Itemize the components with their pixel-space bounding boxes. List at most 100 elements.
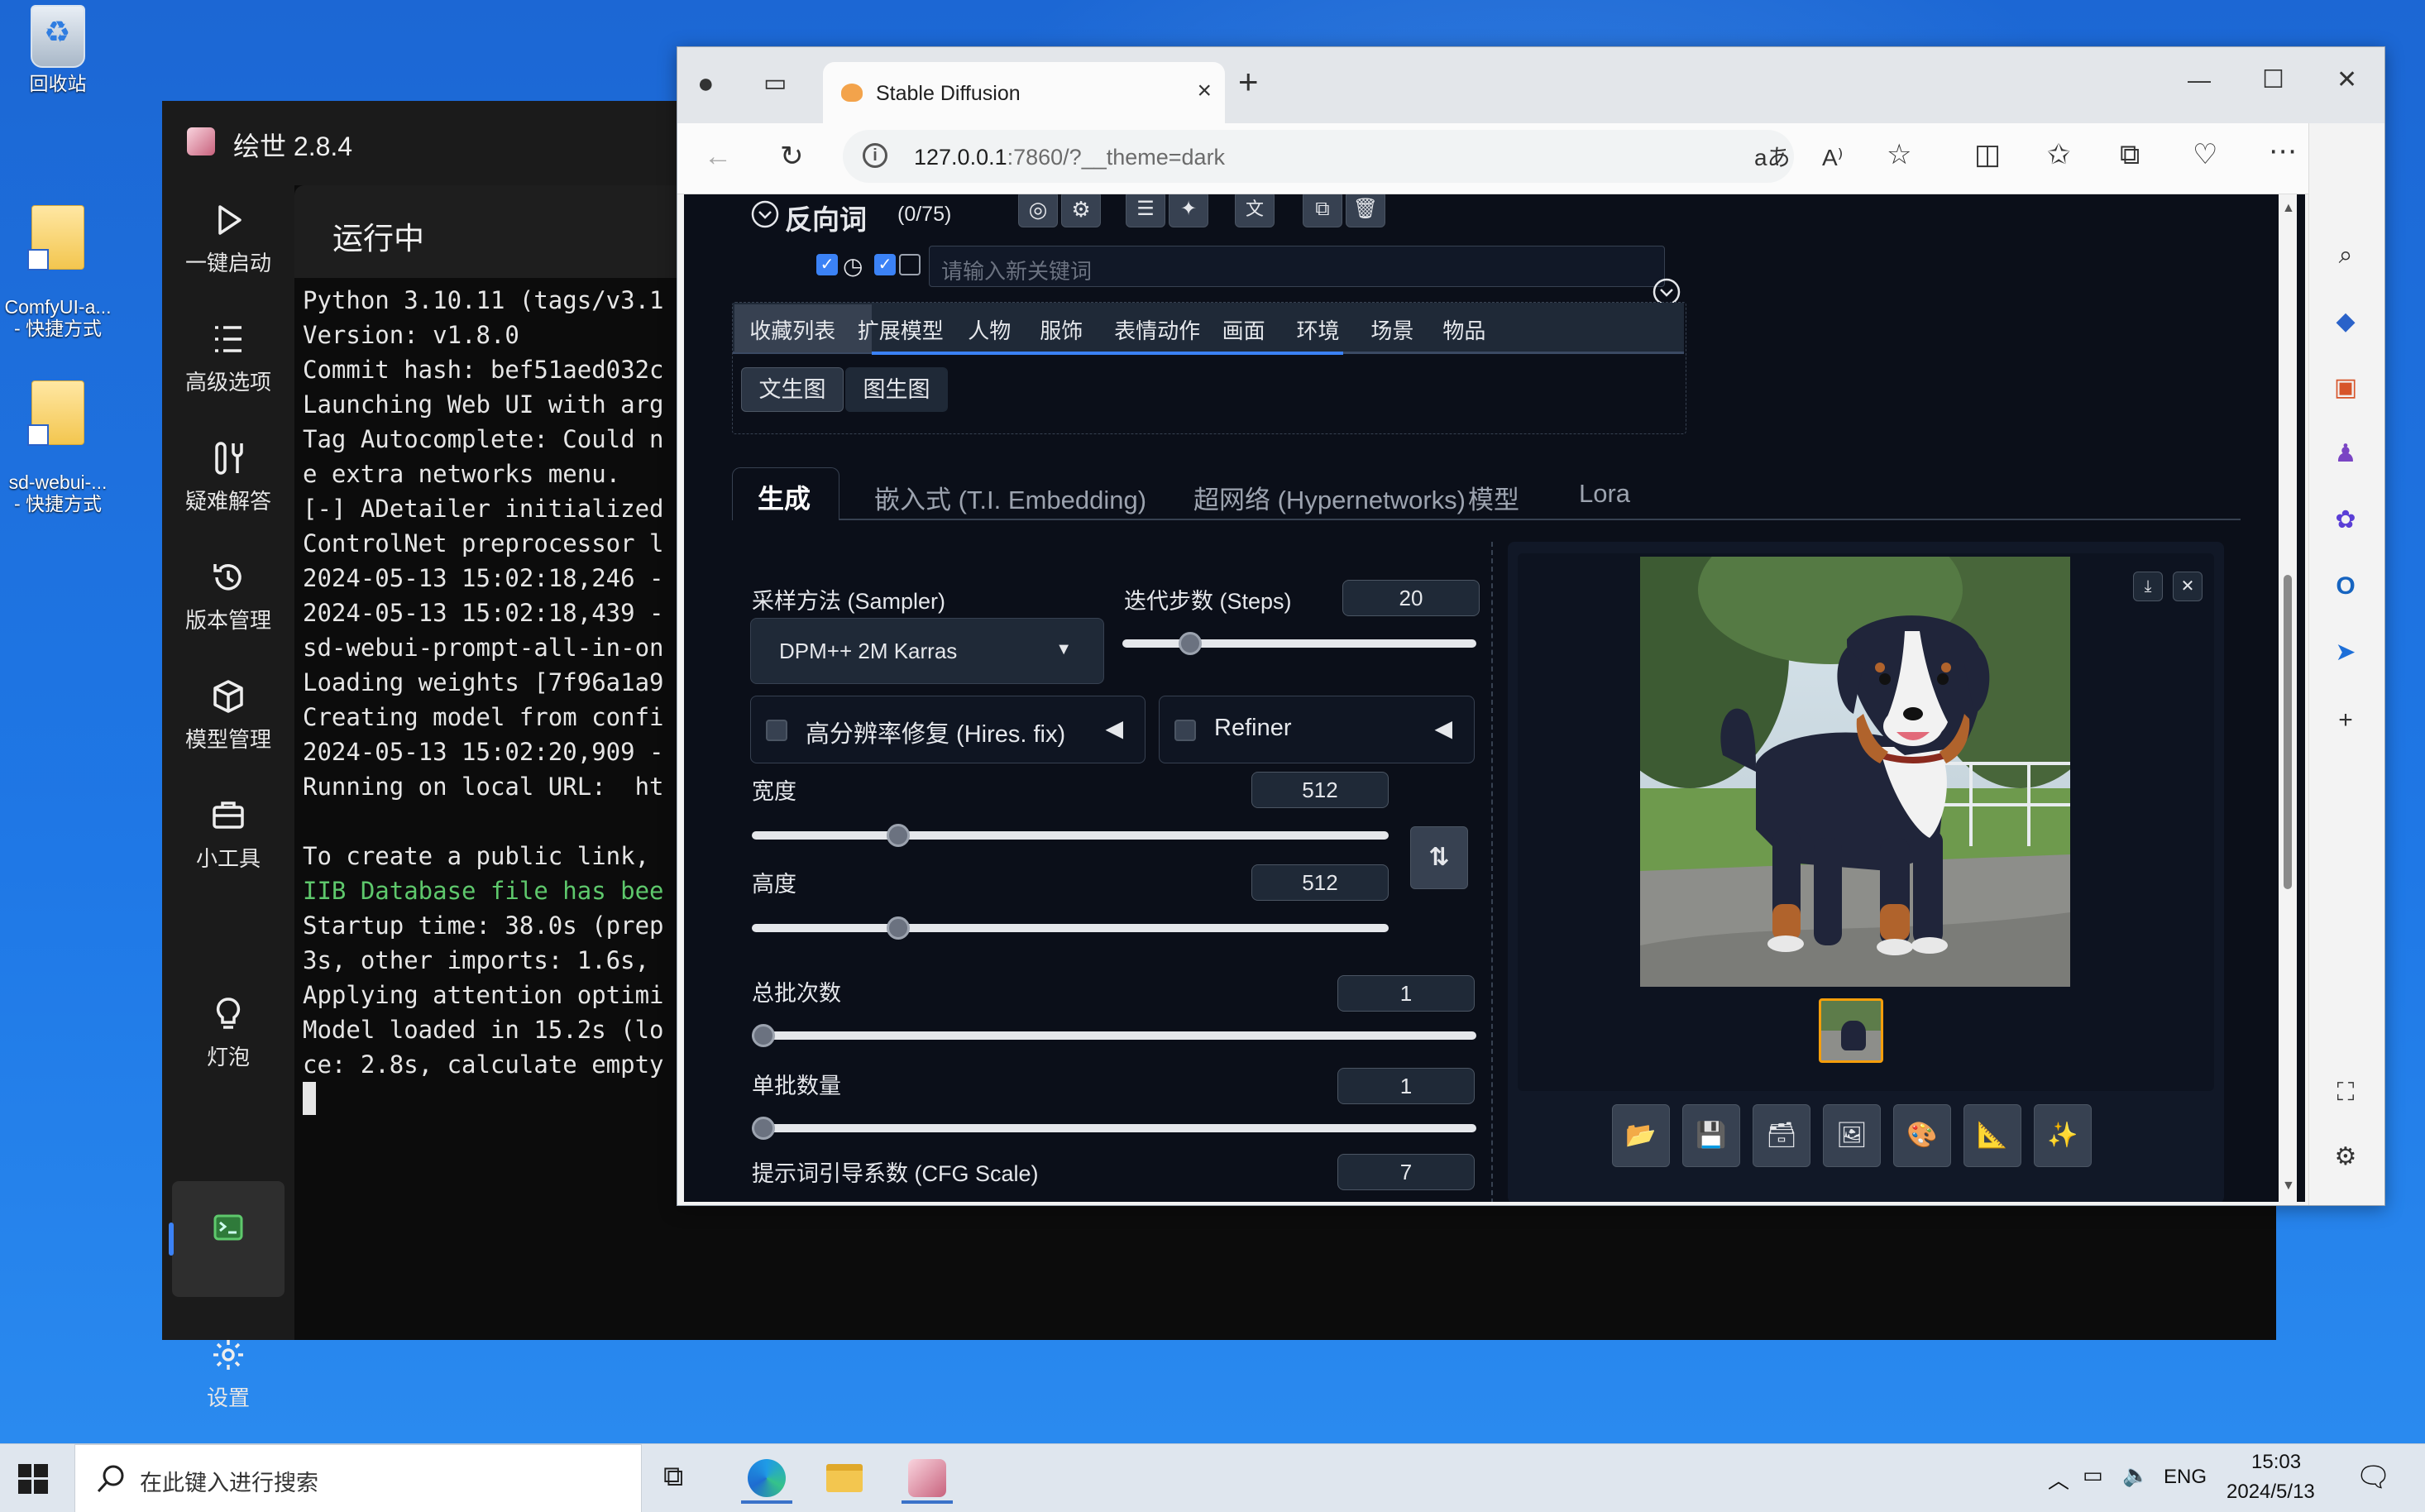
- image-send-icon[interactable]: 🖼: [1823, 1104, 1881, 1167]
- steps-input[interactable]: 20: [1342, 580, 1480, 616]
- sampler-dropdown[interactable]: DPM++ 2M Karras ▼: [750, 618, 1104, 684]
- maximize-icon[interactable]: ☐: [2262, 64, 2284, 97]
- network-icon[interactable]: ▭: [2083, 1462, 2103, 1488]
- huishi-taskbar-icon[interactable]: [902, 1454, 953, 1504]
- back-icon[interactable]: ←: [704, 140, 732, 173]
- add-icon[interactable]: +: [2329, 704, 2362, 737]
- copy-button[interactable]: ⧉: [1303, 194, 1342, 227]
- nav-troubleshooting[interactable]: 疑难解答: [162, 423, 294, 523]
- screenshot-icon[interactable]: ⛶: [2329, 1076, 2362, 1109]
- category-tab[interactable]: 场景: [1370, 314, 1413, 345]
- refiner-accordion[interactable]: Refiner ◀: [1159, 696, 1475, 763]
- nav-model-management[interactable]: 模型管理: [162, 662, 294, 761]
- slider-knob[interactable]: [752, 1024, 775, 1047]
- translate-prompt-button[interactable]: 文: [1235, 194, 1275, 227]
- tab-lora[interactable]: Lora: [1579, 479, 1630, 509]
- subtab-txt2img[interactable]: 文生图: [741, 367, 844, 412]
- desktop-icon-comfyui[interactable]: ComfyUI-a... - 快捷方式: [0, 184, 116, 339]
- tab-stable-diffusion[interactable]: Stable Diffusion ×: [823, 62, 1225, 123]
- category-tab[interactable]: 表情动作: [1114, 314, 1200, 345]
- batch-size-input[interactable]: 1: [1337, 1068, 1475, 1104]
- close-tab-icon[interactable]: ×: [1197, 77, 1212, 105]
- nav-version-management[interactable]: 版本管理: [162, 543, 294, 642]
- category-tab[interactable]: 物品: [1442, 314, 1485, 345]
- tab-actions-icon[interactable]: ▭: [763, 67, 787, 100]
- checkbox-unchecked[interactable]: [899, 254, 921, 275]
- subtab-img2img[interactable]: 图生图: [845, 367, 948, 412]
- category-tab[interactable]: 画面: [1222, 314, 1265, 345]
- height-input[interactable]: 512: [1251, 864, 1389, 901]
- category-tab[interactable]: 人物: [968, 314, 1011, 345]
- palette-icon[interactable]: 🎨: [1893, 1104, 1951, 1167]
- height-slider[interactable]: [752, 916, 1389, 940]
- clock-icon[interactable]: ◷: [843, 252, 863, 280]
- browser-essentials-icon[interactable]: ♡: [2193, 138, 2217, 171]
- settings-gear-button[interactable]: ⚙: [1061, 194, 1101, 227]
- windows-start-icon[interactable]: [18, 1464, 48, 1494]
- cfg-scale-input[interactable]: 7: [1337, 1154, 1475, 1190]
- checkbox-checked[interactable]: ✓: [874, 254, 896, 275]
- scrollbar-thumb[interactable]: [2284, 575, 2292, 889]
- nav-terminal[interactable]: [162, 1189, 294, 1289]
- save-icon[interactable]: 💾: [1682, 1104, 1740, 1167]
- gallery-thumbnail[interactable]: [1819, 998, 1883, 1063]
- tools-briefcase-icon[interactable]: ▣: [2329, 371, 2362, 404]
- zip-icon[interactable]: 🗃: [1753, 1104, 1810, 1167]
- batch-count-slider[interactable]: [752, 1024, 1476, 1047]
- batch-count-input[interactable]: 1: [1337, 975, 1475, 1012]
- scroll-down-icon[interactable]: ▼: [2282, 1179, 2295, 1194]
- profile-icon[interactable]: ●: [697, 67, 715, 100]
- hires-checkbox[interactable]: [766, 720, 787, 741]
- drop-icon[interactable]: ➤: [2329, 636, 2362, 669]
- desktop-icon-recycle-bin[interactable]: 回收站: [0, 5, 116, 94]
- width-input[interactable]: 512: [1251, 772, 1389, 808]
- tab-generate[interactable]: 生成: [732, 467, 839, 520]
- taskbar-search[interactable]: 在此键入进行搜索: [74, 1444, 642, 1512]
- slider-knob[interactable]: [887, 824, 911, 847]
- sparkle-icon[interactable]: ✨: [2034, 1104, 2092, 1167]
- nav-one-click-start[interactable]: 一键启动: [162, 185, 294, 285]
- close-window-icon[interactable]: ✕: [2337, 64, 2357, 97]
- more-icon[interactable]: ⋯: [2269, 135, 2297, 168]
- batch-size-slider[interactable]: [752, 1117, 1476, 1140]
- ruler-icon[interactable]: 📐: [1963, 1104, 2021, 1167]
- explorer-taskbar-icon[interactable]: [819, 1454, 870, 1504]
- page-scrollbar[interactable]: ▲ ▼: [2279, 194, 2297, 1202]
- volume-muted-icon[interactable]: 🔈: [2122, 1462, 2149, 1488]
- language-indicator[interactable]: ENG: [2164, 1466, 2207, 1489]
- edge-taskbar-icon[interactable]: [741, 1454, 792, 1504]
- tray-chevron-icon[interactable]: ︿: [2048, 1464, 2069, 1495]
- category-tab[interactable]: 扩展模型: [858, 314, 944, 345]
- checkbox-checked[interactable]: ✓: [816, 254, 838, 275]
- keyword-input[interactable]: 请输入新关键词: [929, 246, 1665, 287]
- steps-slider[interactable]: [1122, 632, 1476, 655]
- search-icon[interactable]: ⌕: [2329, 239, 2362, 272]
- read-aloud-icon[interactable]: A⁾: [1822, 141, 1844, 175]
- notification-icon[interactable]: 🗨: [2356, 1461, 2391, 1494]
- collapse-chevron-icon[interactable]: [750, 199, 780, 229]
- slider-knob[interactable]: [1179, 632, 1202, 655]
- nav-lightbulb[interactable]: 灯泡: [162, 979, 294, 1079]
- category-tab[interactable]: 收藏列表: [749, 314, 835, 345]
- category-tab[interactable]: 服饰: [1040, 314, 1083, 345]
- hires-fix-accordion[interactable]: 高分辨率修复 (Hires. fix) ◀: [750, 696, 1146, 763]
- favorites-icon[interactable]: ✩: [2047, 138, 2071, 171]
- bookmark-button[interactable]: ✦: [1169, 194, 1208, 227]
- games-icon[interactable]: ♟: [2329, 438, 2362, 471]
- width-slider[interactable]: [752, 824, 1389, 847]
- split-screen-icon[interactable]: ◫: [1974, 138, 2001, 171]
- scroll-up-icon[interactable]: ▲: [2282, 201, 2295, 216]
- tab-embedding[interactable]: 嵌入式 (T.I. Embedding): [874, 479, 1146, 516]
- category-tab[interactable]: 环境: [1297, 314, 1340, 345]
- task-view-icon[interactable]: ⧉: [663, 1461, 683, 1493]
- clock-date[interactable]: 2024/5/13: [2227, 1481, 2315, 1504]
- swap-dimensions-button[interactable]: ⇅: [1410, 826, 1468, 889]
- url-field[interactable]: i 127.0.0.1:7860/?__theme=dark: [843, 130, 1794, 183]
- nav-small-tools[interactable]: 小工具: [162, 781, 294, 880]
- new-tab-icon[interactable]: +: [1238, 65, 1259, 99]
- generated-dog-image[interactable]: [1640, 557, 2070, 987]
- folder-icon[interactable]: 📂: [1612, 1104, 1670, 1167]
- history-button[interactable]: ☰: [1126, 194, 1165, 227]
- shopping-tag-icon[interactable]: ◆: [2329, 305, 2362, 338]
- download-icon[interactable]: ⤓: [2133, 572, 2163, 601]
